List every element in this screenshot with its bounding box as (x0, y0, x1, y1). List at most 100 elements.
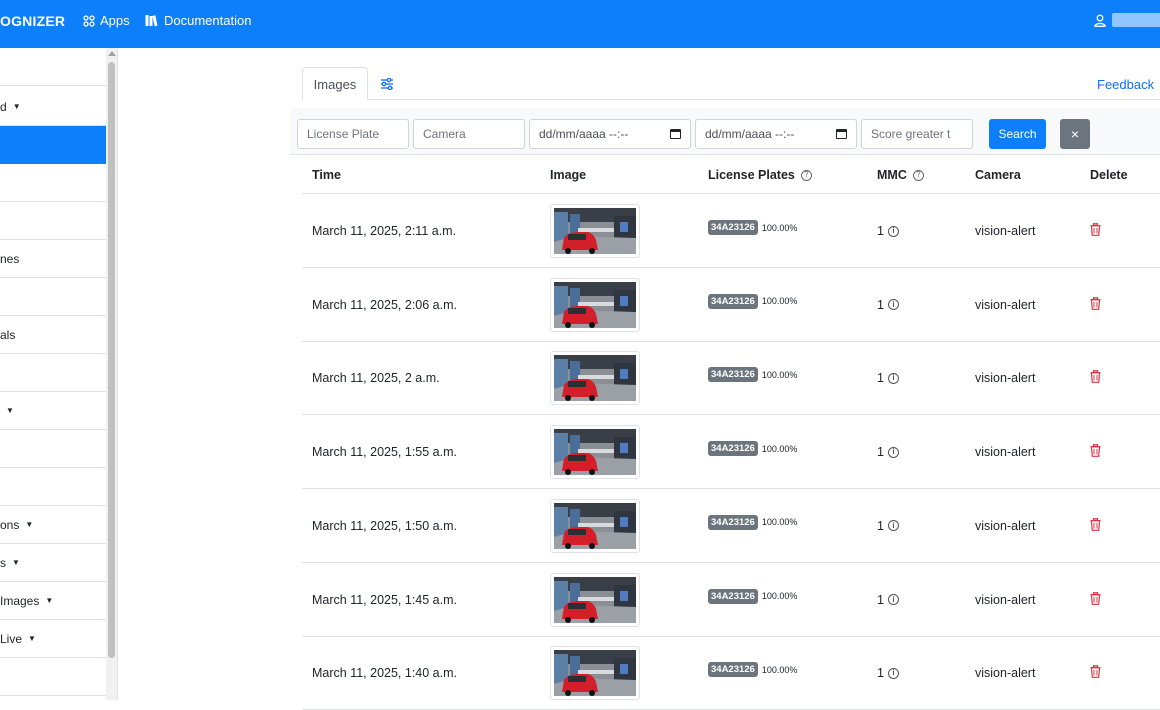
sidebar-item[interactable] (0, 658, 106, 696)
nav-documentation-link[interactable]: Documentation (145, 13, 251, 28)
license-plate-input[interactable]: License Plate (297, 119, 409, 149)
info-circle-icon[interactable]: i (887, 594, 899, 605)
tab-settings[interactable] (374, 67, 400, 100)
trash-icon (1090, 370, 1101, 384)
sidebar-item[interactable] (0, 354, 106, 392)
plate-badge: 34A23126 (708, 293, 758, 309)
row-image-thumbnail[interactable] (550, 277, 640, 332)
detection-thumbnail (554, 576, 636, 623)
row-image-thumbnail[interactable] (550, 572, 640, 627)
row-camera: vision-alert (975, 371, 1036, 386)
delete-button[interactable] (1090, 370, 1101, 386)
sidebar-item[interactable] (0, 202, 106, 240)
delete-button[interactable] (1090, 296, 1101, 313)
sidebar-item-label: d (0, 99, 7, 114)
delete-button[interactable] (1090, 443, 1101, 460)
row-mmc: 1i (877, 371, 899, 385)
sidebar-item[interactable] (0, 278, 106, 316)
sidebar-item[interactable] (0, 164, 106, 202)
row-image-thumbnail[interactable] (550, 351, 640, 406)
clear-filters-button[interactable]: × (1060, 119, 1090, 149)
sidebar-item[interactable]: s ▼ (0, 544, 106, 582)
date-from-input[interactable]: dd/mm/aaaa --:-- (529, 119, 691, 149)
header-camera: Camera (975, 168, 1021, 182)
sidebar-item-label: Live (0, 631, 23, 646)
info-circle-icon[interactable]: i (887, 225, 899, 237)
nav-apps-link[interactable]: Apps (83, 13, 130, 28)
row-camera: vision-alert (975, 518, 1036, 533)
table-row: March 11, 2025, 2:11 a.m. 34A23126 100.00%… (302, 194, 1160, 268)
plate-badge: 34A23126 (708, 514, 758, 530)
search-button[interactable]: Search (989, 119, 1046, 149)
score-input[interactable]: Score greater t (861, 119, 973, 149)
info-circle-icon[interactable]: i (887, 372, 899, 384)
calendar-icon[interactable] (670, 129, 681, 139)
delete-button[interactable] (1090, 517, 1101, 534)
plate-score: 100.00% (761, 296, 798, 307)
mmc-count: 1 (877, 445, 884, 460)
header-camera-label: Camera (975, 168, 1021, 182)
trash-icon (1090, 296, 1101, 310)
plate-score: 100.00% (761, 369, 798, 380)
row-time: March 11, 2025, 2:06 a.m. (312, 297, 457, 312)
row-image-thumbnail[interactable] (550, 425, 640, 480)
table-row: March 11, 2025, 1:45 a.m. 34A23126 100.00%… (302, 563, 1160, 637)
row-mmc: 1i (877, 519, 899, 533)
scroll-up-arrow-icon[interactable] (108, 51, 116, 56)
help-circle-icon[interactable]: ? (912, 169, 924, 181)
sidebar-item[interactable] (0, 468, 106, 506)
header-time-label: Time (312, 168, 341, 182)
help-circle-icon[interactable]: ? (800, 169, 812, 181)
sidebar-item-label: ons (0, 517, 20, 532)
row-image-thumbnail[interactable] (550, 498, 640, 553)
sidebar-item[interactable]: als (0, 316, 106, 354)
calendar-icon[interactable] (836, 129, 847, 139)
header-time: Time (312, 168, 341, 182)
header-plates-label: License Plates (708, 168, 795, 182)
info-circle-icon[interactable]: i (887, 299, 899, 311)
sidebar-scrollbar-thumb[interactable] (108, 62, 115, 658)
delete-button[interactable] (1090, 591, 1101, 608)
brand-name[interactable]: OGNIZER (0, 13, 65, 29)
sidebar-item[interactable]: Images ▼ (0, 582, 106, 620)
plate-score: 100.00% (761, 591, 798, 601)
info-circle-icon[interactable]: i (887, 667, 899, 679)
caret-down-icon: ▼ (25, 520, 34, 529)
user-menu[interactable] (1094, 13, 1160, 27)
feedback-link[interactable]: Feedback (1097, 77, 1154, 92)
sliders-icon (381, 77, 393, 90)
delete-button[interactable] (1090, 222, 1101, 239)
plate-badge: 34A23126 (708, 588, 758, 604)
sidebar-item[interactable]: nes (0, 240, 106, 278)
sidebar-item-label: nes (0, 251, 20, 266)
detection-thumbnail (554, 650, 636, 697)
row-plate: 34A23126 100.00% (708, 514, 797, 530)
row-mmc: 1i (877, 298, 899, 312)
nav-docs-label: Documentation (164, 13, 252, 28)
user-icon (1094, 14, 1106, 27)
row-image-thumbnail[interactable] (550, 646, 640, 701)
sidebar-item[interactable]: ▼ (0, 392, 106, 430)
sidebar-item[interactable]: Live ▼ (0, 620, 106, 658)
row-mmc: 1i (877, 593, 899, 607)
row-plate: 34A23126 100.00% (708, 588, 798, 604)
row-image-thumbnail[interactable] (550, 204, 640, 258)
sidebar-item[interactable]: d ▼ (0, 88, 106, 126)
sidebar-item[interactable] (0, 430, 106, 468)
date-to-placeholder: dd/mm/aaaa --:-- (705, 127, 795, 141)
row-plate: 34A23126 100.00% (708, 441, 797, 457)
delete-button[interactable] (1090, 664, 1101, 681)
tab-images[interactable]: Images (302, 67, 368, 101)
sidebar-item[interactable]: ons ▼ (0, 506, 106, 544)
sidebar-item[interactable] (0, 48, 106, 86)
sidebar-item[interactable] (0, 126, 106, 164)
camera-placeholder: Camera (423, 127, 466, 141)
row-time: March 11, 2025, 1:40 a.m. (312, 666, 457, 681)
row-mmc: 1i (877, 666, 899, 680)
info-circle-icon[interactable]: i (887, 446, 899, 458)
date-to-input[interactable]: dd/mm/aaaa --:-- (695, 119, 857, 149)
info-circle-icon[interactable]: i (887, 520, 899, 532)
plate-score: 100.00% (761, 222, 798, 233)
table-row: March 11, 2025, 1:55 a.m. 34A23126 100.00%… (302, 415, 1160, 490)
camera-input[interactable]: Camera (413, 119, 525, 149)
